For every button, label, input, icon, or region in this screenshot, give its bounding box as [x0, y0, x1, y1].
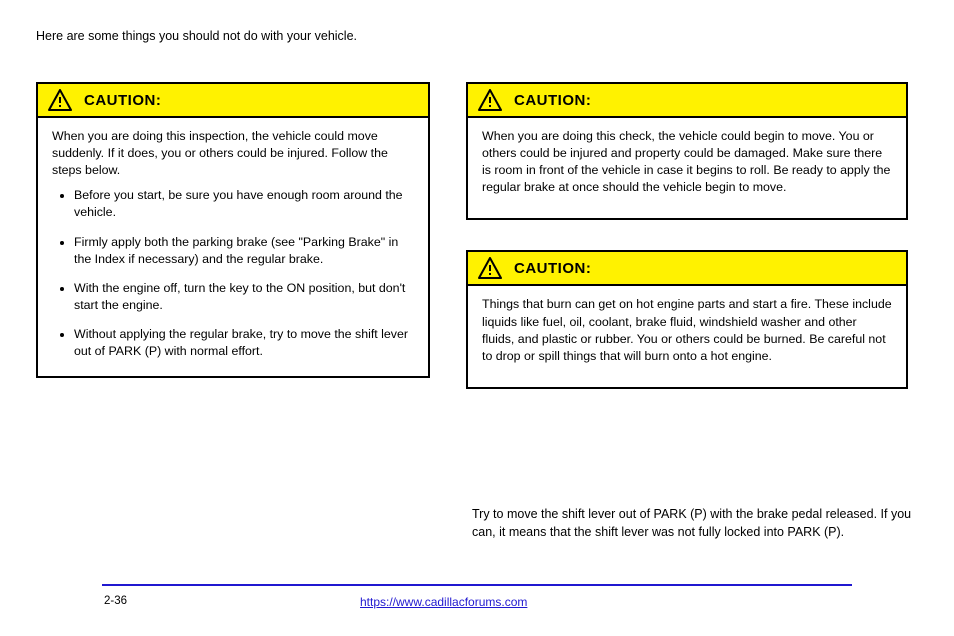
caution-body-3: Things that burn can get on hot engine p… — [468, 286, 906, 386]
warning-triangle-icon — [478, 257, 502, 279]
caution-box-3: CAUTION: Things that burn can get on hot… — [466, 250, 908, 388]
caution-header: CAUTION: — [468, 252, 906, 286]
caution-list-item: With the engine off, turn the key to the… — [74, 280, 414, 314]
caution-boxes-container: CAUTION: When you are doing this inspect… — [36, 82, 916, 389]
caution-title: CAUTION: — [514, 92, 591, 109]
caution-body-text: Things that burn can get on hot engine p… — [482, 296, 892, 364]
caution-header: CAUTION: — [468, 84, 906, 118]
footer-link[interactable]: https://www.cadillacforums.com — [360, 595, 527, 609]
outro-paragraph: Try to move the shift lever out of PARK … — [472, 506, 916, 541]
caution-list-item: Firmly apply both the parking brake (see… — [74, 234, 414, 268]
caution-body-text: When you are doing this check, the vehic… — [482, 128, 892, 196]
intro-text: Here are some things you should not do w… — [36, 28, 916, 45]
warning-triangle-icon — [478, 89, 502, 111]
caution-title: CAUTION: — [84, 92, 161, 109]
page-number: 2-36 — [104, 595, 127, 607]
caution-lead: When you are doing this inspection, the … — [52, 128, 414, 179]
footer-divider — [102, 584, 852, 586]
caution-title: CAUTION: — [514, 260, 591, 277]
caution-list-item: Without applying the regular brake, try … — [74, 326, 414, 360]
caution-body-1: When you are doing this check, the vehic… — [468, 118, 906, 218]
caution-box-1: CAUTION: When you are doing this check, … — [466, 82, 908, 220]
caution-box-2: CAUTION: When you are doing this inspect… — [36, 82, 430, 378]
caution-header: CAUTION: — [38, 84, 428, 118]
caution-body-2: When you are doing this inspection, the … — [38, 118, 428, 376]
caution-list-item: Before you start, be sure you have enoug… — [74, 187, 414, 221]
outro-text: Try to move the shift lever out of PARK … — [472, 506, 916, 541]
warning-triangle-icon — [48, 89, 72, 111]
